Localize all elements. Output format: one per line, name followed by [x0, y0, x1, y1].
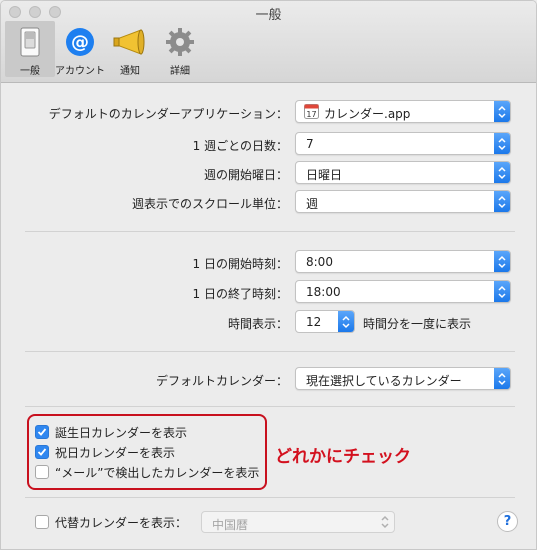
- mail-found-checkbox[interactable]: [35, 465, 49, 479]
- default-app-label: デフォルトのカレンダーアプリケーション：: [48, 107, 288, 121]
- chevron-updown-icon: [338, 311, 354, 332]
- day-start-popup[interactable]: 8:00: [295, 250, 511, 273]
- holidays-checkbox-row[interactable]: 祝日カレンダーを表示: [35, 443, 175, 461]
- scroll-unit-row: 週表示でのスクロール単位： 週: [1, 190, 536, 216]
- tab-alerts[interactable]: 通知: [105, 21, 155, 77]
- scroll-unit-popup[interactable]: 週: [295, 190, 511, 213]
- days-per-week-value: 7: [306, 137, 314, 151]
- birthdays-label: 誕生日カレンダーを表示: [55, 425, 188, 440]
- scroll-unit-value: 週: [306, 197, 319, 211]
- holidays-label: 祝日カレンダーを表示: [55, 445, 176, 460]
- tab-accounts-label: アカウント: [55, 66, 105, 77]
- chevron-updown-icon: [494, 191, 510, 212]
- alt-calendar-label: 代替カレンダーを表示：: [55, 515, 188, 530]
- section-divider: [25, 406, 515, 407]
- tab-advanced-label: 詳細: [170, 66, 190, 77]
- day-start-row: 1 日の開始時刻： 8:00: [1, 250, 536, 276]
- time-display-popup[interactable]: 12: [295, 310, 355, 333]
- help-button[interactable]: ?: [497, 511, 518, 532]
- preferences-window: 一般 一般 @ アカウント 通知 詳細 デフォルトのカレンダーアプリケーション：…: [0, 0, 537, 550]
- birthdays-checkbox-row[interactable]: 誕生日カレンダーを表示: [35, 423, 187, 441]
- annotation-text: どれかにチェック: [275, 447, 411, 467]
- alt-calendar-value: 中国暦: [212, 518, 249, 532]
- default-app-value: カレンダー.app: [324, 107, 411, 121]
- switch-icon: [13, 25, 47, 59]
- tab-accounts[interactable]: @ アカウント: [55, 21, 105, 77]
- section-divider: [25, 351, 515, 352]
- default-calendar-value: 現在選択しているカレンダー: [306, 374, 462, 388]
- tab-advanced[interactable]: 詳細: [155, 21, 205, 77]
- calendar-app-icon: 17: [304, 104, 319, 122]
- section-divider: [25, 497, 515, 498]
- tab-alerts-label: 通知: [120, 66, 140, 77]
- alt-calendar-checkbox[interactable]: [35, 515, 49, 529]
- alt-calendar-popup[interactable]: 中国暦: [201, 511, 395, 533]
- preferences-toolbar: 一般 @ アカウント 通知 詳細: [5, 21, 205, 77]
- chevron-updown-icon: [494, 251, 510, 272]
- tab-general[interactable]: 一般: [5, 21, 55, 77]
- mail-found-checkbox-row[interactable]: “メール”で検出したカレンダーを表示: [35, 463, 259, 481]
- day-end-label: 1 日の終了時刻：: [192, 287, 288, 301]
- tab-general-label: 一般: [20, 66, 40, 77]
- time-display-suffix: 時間分を一度に表示: [363, 317, 472, 331]
- holidays-checkbox[interactable]: [35, 445, 49, 459]
- default-calendar-row: デフォルトカレンダー： 現在選択しているカレンダー: [1, 367, 536, 393]
- chevron-updown-icon: [494, 101, 510, 122]
- section-divider: [25, 231, 515, 232]
- week-start-value: 日曜日: [306, 168, 343, 182]
- title-bar: 一般 一般 @ アカウント 通知 詳細: [1, 1, 536, 83]
- days-per-week-row: 1 週ごとの日数： 7: [1, 132, 536, 158]
- chevron-updown-icon: [494, 368, 510, 389]
- days-per-week-popup[interactable]: 7: [295, 132, 511, 155]
- default-app-popup[interactable]: 17 カレンダー.app: [295, 100, 511, 123]
- chevron-updown-icon: [494, 281, 510, 302]
- day-start-value: 8:00: [306, 255, 333, 269]
- birthdays-checkbox[interactable]: [35, 425, 49, 439]
- svg-text:17: 17: [306, 110, 316, 119]
- chevron-updown-icon: [494, 162, 510, 183]
- gear-icon: [163, 25, 197, 59]
- time-display-label: 時間表示：: [227, 317, 288, 331]
- day-end-row: 1 日の終了時刻： 18:00: [1, 280, 536, 306]
- chevron-updown-icon: [381, 515, 389, 532]
- scroll-unit-label: 週表示でのスクロール単位：: [131, 197, 288, 211]
- at-sign-icon: @: [63, 25, 97, 59]
- default-app-row: デフォルトのカレンダーアプリケーション： 17 カレンダー.app: [1, 100, 536, 126]
- day-end-popup[interactable]: 18:00: [295, 280, 511, 303]
- svg-text:@: @: [71, 32, 89, 53]
- day-end-value: 18:00: [306, 285, 341, 299]
- default-calendar-popup[interactable]: 現在選択しているカレンダー: [295, 367, 511, 390]
- week-start-label: 週の開始曜日：: [203, 168, 288, 182]
- day-start-label: 1 日の開始時刻：: [192, 257, 288, 271]
- default-calendar-label: デフォルトカレンダー：: [155, 374, 288, 388]
- week-start-row: 週の開始曜日： 日曜日: [1, 161, 536, 187]
- alt-calendar-checkbox-row[interactable]: 代替カレンダーを表示：: [35, 513, 187, 531]
- mail-found-label: “メール”で検出したカレンダーを表示: [55, 465, 260, 480]
- week-start-popup[interactable]: 日曜日: [295, 161, 511, 184]
- chevron-updown-icon: [494, 133, 510, 154]
- time-display-value: 12: [306, 315, 322, 329]
- days-per-week-label: 1 週ごとの日数：: [192, 139, 288, 153]
- megaphone-icon: [113, 25, 147, 59]
- time-display-row: 時間表示： 12 時間分を一度に表示: [1, 310, 536, 336]
